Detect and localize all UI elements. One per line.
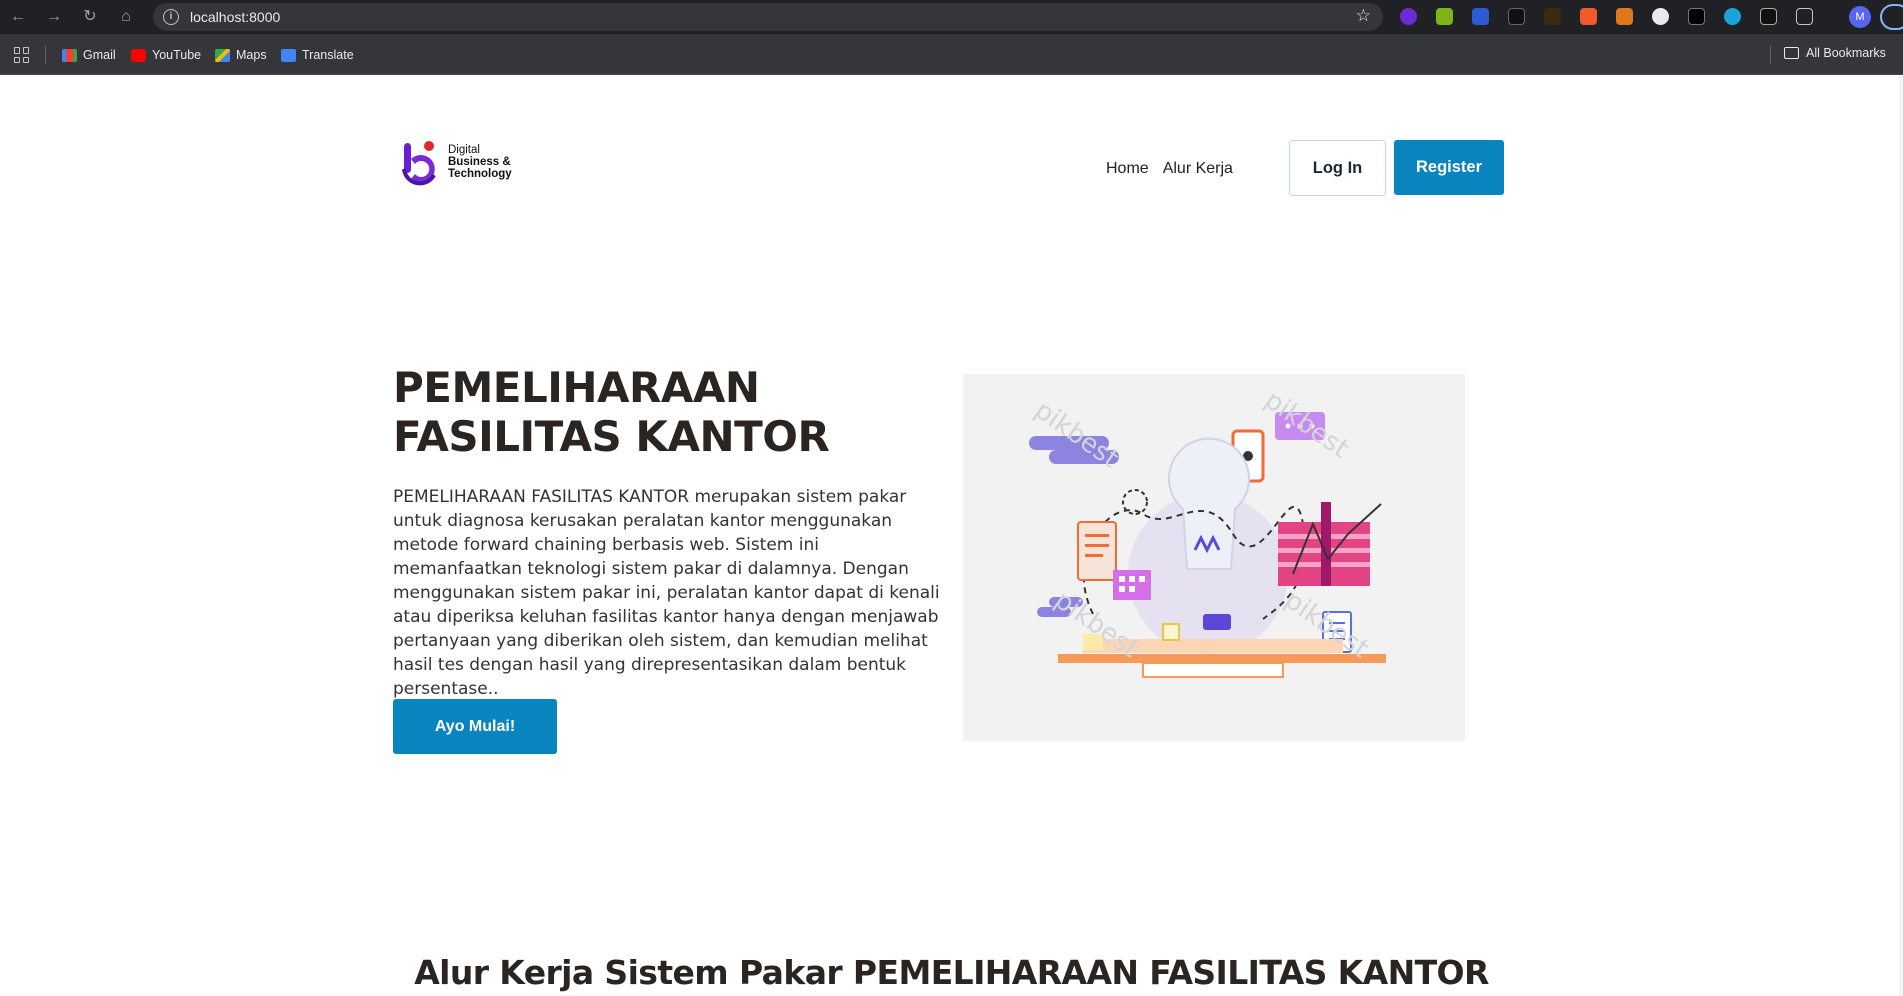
site-logo[interactable]: Digital Business & Technology	[402, 137, 512, 187]
home-icon[interactable]: ⌂	[116, 7, 136, 27]
url-text[interactable]: localhost:8000	[190, 9, 280, 25]
register-button[interactable]: Register	[1394, 140, 1504, 195]
extension-icon[interactable]	[1472, 8, 1489, 25]
login-button[interactable]: Log In	[1289, 140, 1386, 196]
logo-line-1: Digital	[448, 144, 480, 156]
extension-icon[interactable]	[1580, 8, 1597, 25]
reload-icon[interactable]: ↻	[80, 7, 100, 27]
all-bookmarks[interactable]: All Bookmarks	[1784, 46, 1886, 60]
start-button[interactable]: Ayo Mulai!	[393, 699, 557, 754]
bookmarks-divider	[45, 46, 46, 64]
site-info-icon[interactable]: i	[163, 9, 179, 25]
browser-toolbar: ← → ↻ ⌂ i localhost:8000 ☆ M	[0, 0, 1903, 34]
extension-icon[interactable]	[1688, 8, 1705, 25]
section-title: Alur Kerja Sistem Pakar PEMELIHARAAN FAS…	[414, 953, 1489, 992]
bookmark-label: Maps	[236, 48, 267, 62]
logo-line-3: Technology	[448, 168, 512, 180]
logo-text: Digital Business & Technology	[448, 144, 512, 180]
forward-icon[interactable]: →	[44, 7, 64, 27]
extensions-puzzle-icon[interactable]	[1796, 8, 1813, 25]
folder-icon	[1784, 47, 1799, 59]
extension-icon[interactable]	[1508, 8, 1525, 25]
scrollbar[interactable]	[1899, 75, 1903, 996]
logo-mark-icon	[402, 141, 436, 186]
extension-icon[interactable]	[1760, 8, 1777, 25]
bookmark-label: Gmail	[83, 48, 116, 62]
extension-icon[interactable]	[1616, 8, 1633, 25]
nav-alur-kerja[interactable]: Alur Kerja	[1163, 160, 1233, 178]
address-bar[interactable]: i localhost:8000 ☆	[153, 3, 1383, 31]
extension-icon[interactable]	[1652, 8, 1669, 25]
bookmark-gmail[interactable]: Gmail	[62, 47, 116, 63]
bookmark-maps[interactable]: Maps	[215, 47, 267, 63]
back-icon[interactable]: ←	[8, 7, 28, 27]
nav-home[interactable]: Home	[1106, 160, 1149, 178]
watermark-text: pikbest	[1259, 385, 1354, 464]
hero-title: PEMELIHARAAN FASILITAS KANTOR	[393, 363, 830, 461]
hero-description: PEMELIHARAAN FASILITAS KANTOR merupakan …	[393, 487, 940, 699]
page-content: Digital Business & Technology Home Alur …	[0, 75, 1903, 996]
profile-avatar[interactable]: M	[1849, 6, 1871, 28]
youtube-icon	[131, 48, 146, 62]
main-nav: Home Alur Kerja	[1106, 160, 1233, 178]
bookmark-youtube[interactable]: YouTube	[131, 47, 201, 63]
browser-menu-icon[interactable]	[1880, 4, 1903, 30]
bookmark-translate[interactable]: Translate	[281, 47, 354, 63]
extension-icon[interactable]	[1724, 8, 1741, 25]
logo-line-2: Business &	[448, 156, 511, 168]
extension-icon[interactable]	[1436, 8, 1453, 25]
maps-icon	[215, 48, 230, 62]
gmail-icon	[62, 48, 77, 62]
bookmark-label: Translate	[302, 48, 354, 62]
apps-grid-icon[interactable]	[14, 47, 30, 63]
bookmark-star-icon[interactable]: ☆	[1356, 6, 1371, 26]
bookmarks-bar: Gmail YouTube Maps Translate All Bookmar…	[0, 34, 1903, 75]
translate-icon	[281, 48, 296, 62]
bookmark-label: YouTube	[152, 48, 202, 62]
bookmarks-divider	[1770, 46, 1771, 64]
extension-icon[interactable]	[1400, 8, 1417, 25]
all-bookmarks-label: All Bookmarks	[1806, 46, 1886, 60]
office-maintenance-illustration: pikbest pikbest pikbest pikbest	[1029, 385, 1386, 678]
hero-illustration: pikbest pikbest pikbest pikbest	[963, 374, 1465, 741]
extension-icon[interactable]	[1544, 8, 1561, 25]
